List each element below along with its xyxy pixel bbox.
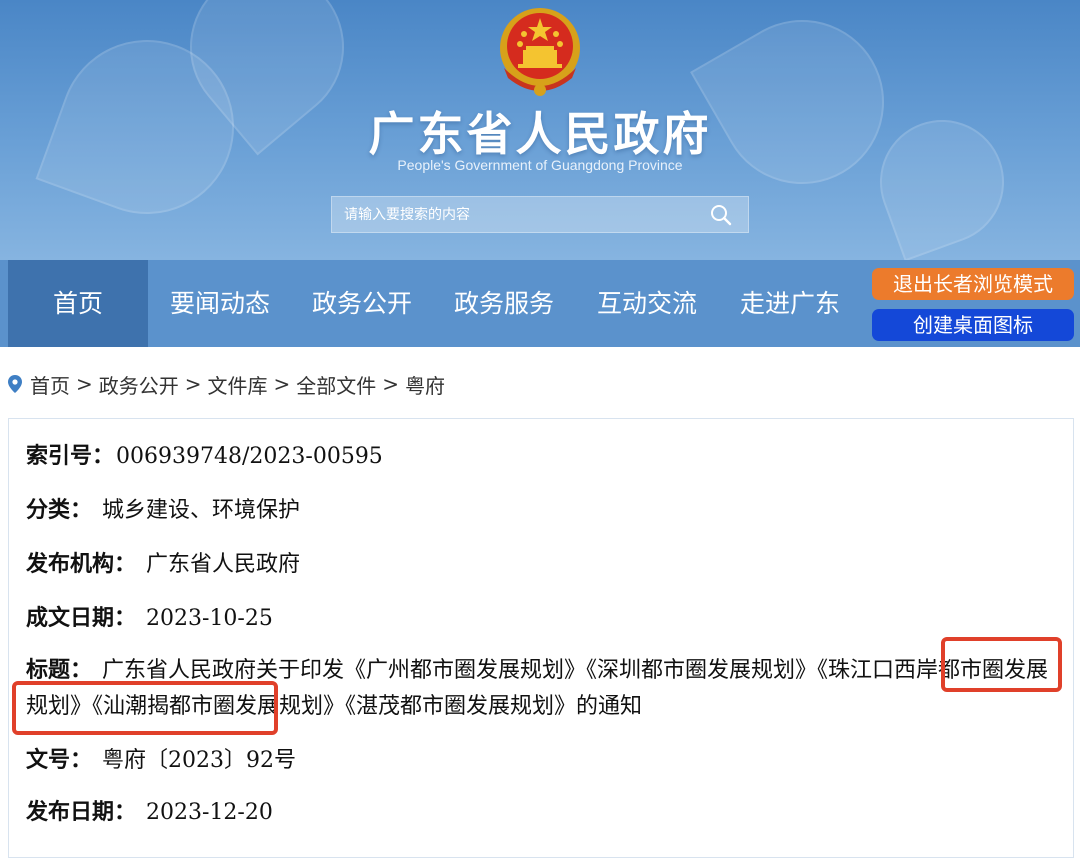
breadcrumb-government-affairs[interactable]: 政务公开 [99,370,179,399]
breadcrumb: 首页 > 政务公开 > 文件库 > 全部文件 > 粤府 [8,368,445,400]
breadcrumb-yuefu[interactable]: 粤府 [405,370,445,399]
breadcrumb-separator: > [382,372,400,396]
nav-item-news[interactable]: 要闻动态 [150,260,290,347]
breadcrumb-home[interactable]: 首页 [30,370,70,399]
title-label: 标题： [26,657,93,683]
document-number-value: 粤府〔2023〕92号 [102,748,296,773]
publish-date-label: 发布日期： [26,799,137,825]
publish-date-row: 发布日期： 2023-12-20 [26,794,273,831]
national-emblem-icon [500,8,580,96]
location-pin-icon [8,375,22,393]
document-number-label: 文号： [26,747,93,773]
written-date-label: 成文日期： [26,605,137,631]
nav-item-interaction[interactable]: 互动交流 [576,260,718,347]
breadcrumb-separator: > [184,372,202,396]
nav-item-home[interactable]: 首页 [8,260,148,347]
nav-item-government-affairs[interactable]: 政务公开 [292,260,432,347]
written-date-value: 2023-10-25 [146,606,273,631]
nav-item-about-guangdong[interactable]: 走进广东 [718,260,862,347]
document-info-panel: 索引号：006939748/2023-00595 分类： 城乡建设、环境保护 发布… [8,418,1074,858]
category-value: 城乡建设、环境保护 [102,498,301,523]
search-bar [331,196,749,233]
document-number-row: 文号： 粤府〔2023〕92号 [26,742,296,779]
highlight-box [941,637,1062,692]
breadcrumb-all-files[interactable]: 全部文件 [296,370,376,399]
site-title: 广东省人民政府 [368,107,712,161]
breadcrumb-file-library[interactable]: 文件库 [208,370,268,399]
site-subtitle: People's Government of Guangdong Provinc… [397,157,683,173]
index-number-value: 006939748/2023-00595 [116,444,383,469]
site-header: 广东省人民政府 People's Government of Guangdong… [0,0,1080,260]
exit-elder-mode-button[interactable]: 退出长者浏览模式 [872,268,1074,300]
category-label: 分类： [26,497,93,523]
nav-item-services[interactable]: 政务服务 [434,260,574,347]
issuer-row: 发布机构： 广东省人民政府 [26,546,300,583]
publish-date-value: 2023-12-20 [146,800,273,825]
written-date-row: 成文日期： 2023-10-25 [26,600,273,637]
highlight-box [12,681,278,735]
search-input[interactable] [332,197,706,232]
issuer-value: 广东省人民政府 [146,552,301,577]
breadcrumb-separator: > [76,372,93,396]
index-number-row: 索引号：006939748/2023-00595 [26,438,383,475]
breadcrumb-separator: > [273,372,291,396]
issuer-label: 发布机构： [26,551,137,577]
search-icon[interactable] [706,200,736,230]
index-number-label: 索引号： [26,443,115,469]
create-desktop-icon-button[interactable]: 创建桌面图标 [872,309,1074,341]
category-row: 分类： 城乡建设、环境保护 [26,492,300,529]
